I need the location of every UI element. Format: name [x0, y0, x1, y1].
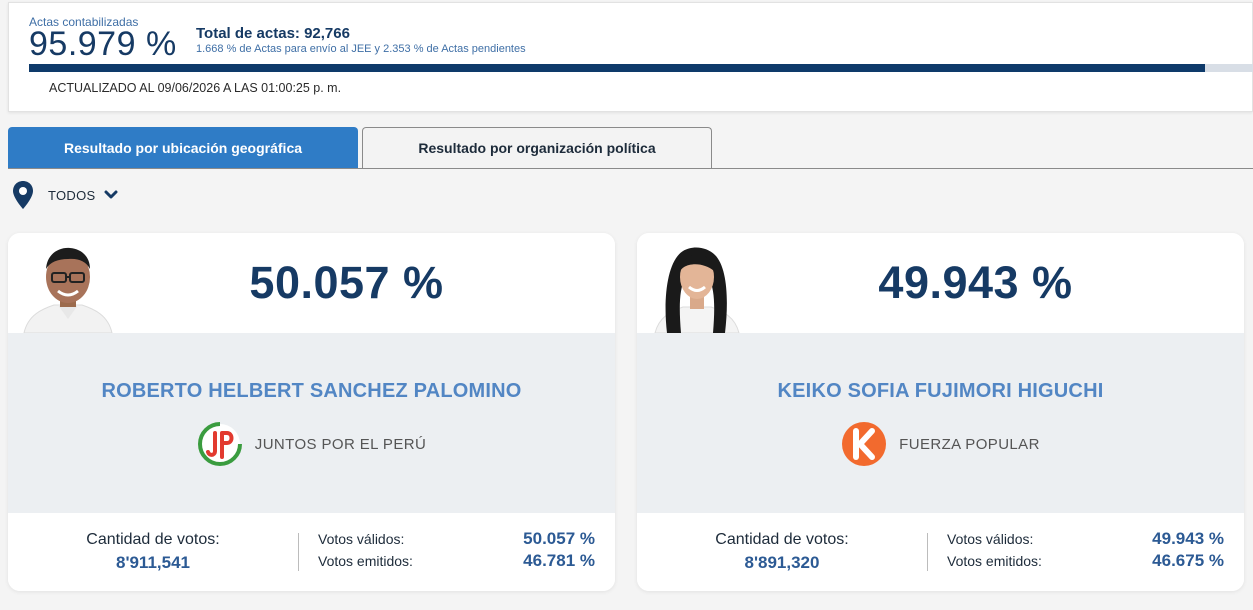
candidate-votes: Cantidad de votos: 8'911,541 Votos válid…	[8, 513, 615, 591]
valid-votes-pct: 50.057 %	[523, 529, 595, 548]
chevron-down-icon	[104, 190, 118, 200]
actas-progress-fill	[29, 64, 1205, 72]
votes-value: 8'911,541	[115, 553, 190, 572]
valid-votes-row: Votos válidos: 50.057 %	[318, 529, 595, 551]
votes-divider	[927, 533, 928, 571]
candidate-percentage: 50.057 %	[249, 257, 444, 308]
candidate-info: ROBERTO HELBERT SANCHEZ PALOMINO JUNTOS …	[8, 333, 615, 513]
votes-value: 8'891,320	[744, 553, 820, 572]
location-filter-dropdown[interactable]: TODOS	[12, 180, 118, 210]
votes-count-block: Cantidad de votos: 8'911,541	[8, 531, 298, 573]
valid-votes-pct: 49.943 %	[1152, 529, 1224, 548]
location-filter-label: TODOS	[48, 187, 96, 203]
emitted-votes-label: Votos emitidos:	[947, 553, 1042, 569]
summary-panel: Actas contabilizadas 95.979 % Total de a…	[8, 2, 1253, 112]
emitted-votes-label: Votos emitidos:	[318, 553, 413, 569]
valid-votes-label: Votos válidos:	[318, 531, 405, 547]
votes-label: Cantidad de votos:	[715, 531, 849, 548]
votes-percentages: Votos válidos: 49.943 % Votos emitidos: …	[947, 529, 1224, 573]
total-actas: Total de actas: 92,766	[196, 25, 350, 42]
actas-breakdown: 1.668 % de Actas para envío al JEE y 2.3…	[196, 43, 526, 55]
tab-political-organization-label: Resultado por organización política	[418, 140, 656, 156]
tab-geographic-label: Resultado por ubicación geográfica	[63, 139, 303, 156]
updated-timestamp: ACTUALIZADO AL 09/06/2026 A LAS 01:00:25…	[49, 81, 342, 95]
tabs-divider	[8, 168, 1253, 169]
tab-geographic[interactable]: Resultado por ubicación geográfica	[8, 127, 358, 168]
votes-divider	[298, 533, 299, 571]
candidate-card-header: 49.943 %	[637, 233, 1244, 334]
tab-political-organization[interactable]: Resultado por organización política	[362, 127, 712, 168]
votes-percentages: Votos válidos: 50.057 % Votos emitidos: …	[318, 529, 595, 573]
valid-votes-row: Votos válidos: 49.943 %	[947, 529, 1224, 551]
candidate-name: ROBERTO HELBERT SANCHEZ PALOMINO	[101, 380, 522, 402]
valid-votes-label: Votos válidos:	[947, 531, 1034, 547]
emitted-votes-row: Votos emitidos: 46.781 %	[318, 551, 595, 573]
party-info: JUNTOS POR EL PERÚ	[8, 421, 615, 467]
party-info: FUERZA POPULAR	[637, 421, 1244, 467]
candidate-votes: Cantidad de votos: 8'891,320 Votos válid…	[637, 513, 1244, 591]
votes-label: Cantidad de votos:	[86, 531, 220, 548]
location-pin-icon	[12, 180, 34, 210]
actas-percentage: 95.979 %	[29, 25, 177, 63]
candidate-card: 50.057 % ROBERTO HELBERT SANCHEZ PALOMIN…	[8, 233, 615, 591]
juntos-por-el-peru-logo-icon	[197, 421, 243, 467]
fuerza-popular-logo-icon	[841, 421, 887, 467]
emitted-votes-row: Votos emitidos: 46.675 %	[947, 551, 1224, 573]
candidate-name: KEIKO SOFIA FUJIMORI HIGUCHI	[777, 380, 1104, 402]
votes-count-block: Cantidad de votos: 8'891,320	[637, 531, 927, 573]
candidate-info: KEIKO SOFIA FUJIMORI HIGUCHI FUERZA POPU…	[637, 333, 1244, 513]
candidate-percentage: 49.943 %	[878, 257, 1073, 308]
candidate-card-header: 50.057 %	[8, 233, 615, 334]
candidate-card: 49.943 % KEIKO SOFIA FUJIMORI HIGUCHI FU…	[637, 233, 1244, 591]
emitted-votes-pct: 46.781 %	[523, 551, 595, 570]
actas-progress-bar	[29, 64, 1253, 72]
party-name: FUERZA POPULAR	[899, 435, 1040, 453]
party-name: JUNTOS POR EL PERÚ	[254, 435, 427, 453]
emitted-votes-pct: 46.675 %	[1152, 551, 1224, 570]
